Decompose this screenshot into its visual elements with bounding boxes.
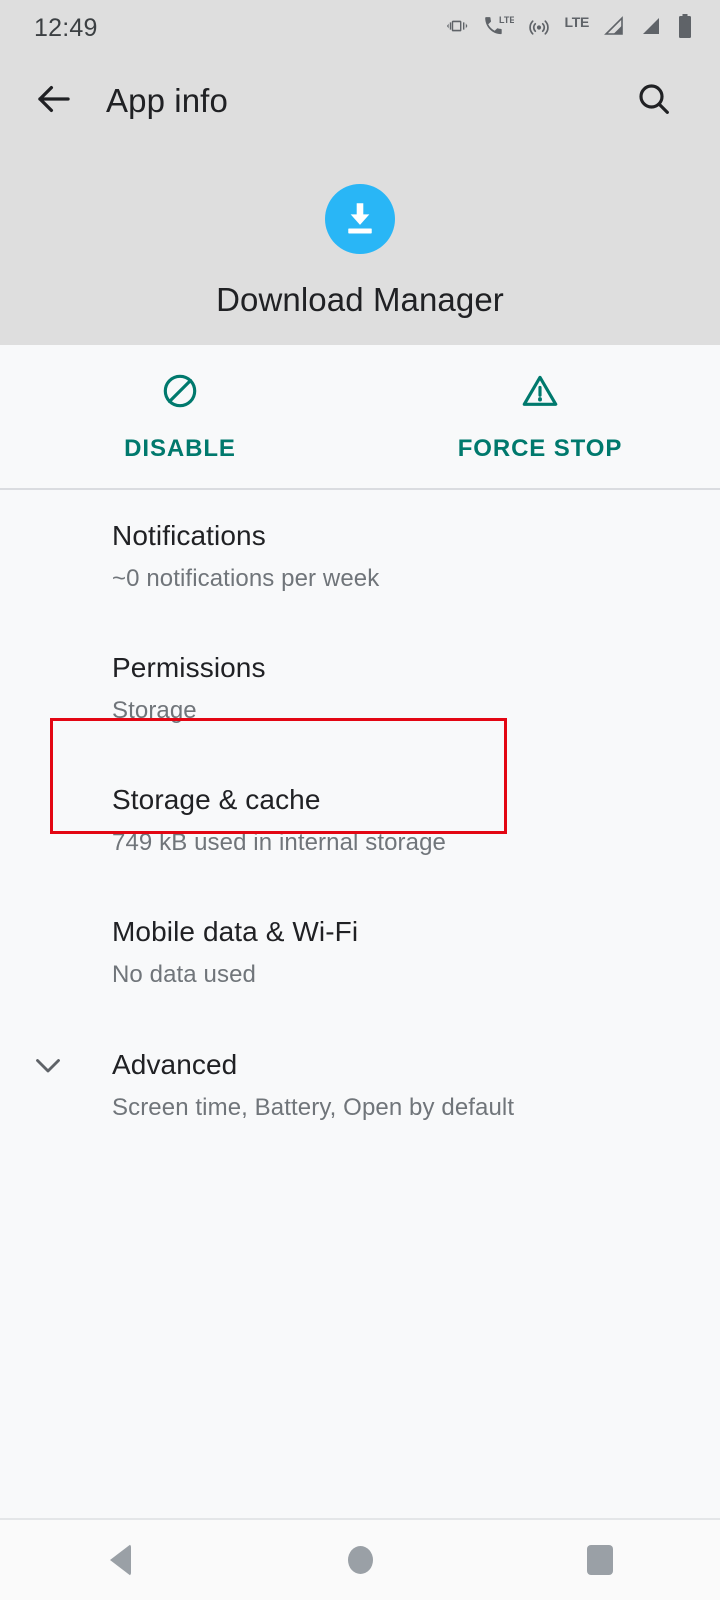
app-header: Download Manager [0, 146, 720, 345]
nav-home-icon [347, 1546, 373, 1574]
status-icons: LTE LTE [447, 13, 694, 44]
chevron-down-icon [30, 1047, 66, 1083]
row-notifications[interactable]: Notifications ~0 notifications per week [0, 490, 720, 622]
signal-sim2-icon [639, 14, 663, 43]
nav-back-button[interactable] [0, 1520, 240, 1600]
nav-home-button[interactable] [240, 1520, 480, 1600]
row-subtitle: 749 kB used in internal storage [112, 829, 446, 857]
svg-text:LTE: LTE [499, 15, 514, 25]
arrow-back-icon [33, 78, 75, 125]
nav-recents-button[interactable] [480, 1520, 720, 1600]
page-title: App info [106, 82, 228, 119]
row-title: Storage & cache [112, 784, 321, 816]
nav-recents-icon [587, 1545, 613, 1575]
force-stop-button[interactable]: FORCE STOP [360, 345, 720, 488]
system-navigation-bar [0, 1520, 720, 1600]
search-icon [634, 79, 674, 124]
app-name: Download Manager [216, 281, 504, 318]
row-title: Advanced [112, 1048, 238, 1080]
row-subtitle: ~0 notifications per week [112, 564, 380, 592]
warning-triangle-icon [519, 370, 561, 417]
vibrate-icon [447, 14, 471, 43]
signal-sim1-icon [602, 14, 626, 43]
disable-button[interactable]: DISABLE [0, 345, 360, 488]
row-subtitle: Storage [112, 697, 197, 725]
force-stop-label: FORCE STOP [457, 435, 623, 462]
hotspot-icon [527, 14, 551, 43]
row-subtitle: No data used [112, 961, 256, 989]
back-button[interactable] [28, 75, 80, 127]
disable-label: DISABLE [124, 435, 236, 462]
row-title: Mobile data & Wi-Fi [112, 916, 359, 948]
status-bar: 12:49 LTE LTE [0, 0, 720, 56]
row-storage-cache[interactable]: Storage & cache 749 kB used in internal … [0, 754, 720, 886]
battery-icon [676, 13, 694, 44]
row-title: Permissions [112, 652, 266, 684]
row-subtitle: Screen time, Battery, Open by default [112, 1093, 515, 1121]
row-mobile-data-wifi[interactable]: Mobile data & Wi-Fi No data used [0, 886, 720, 1018]
settings-list: Notifications ~0 notifications per week … [0, 490, 720, 1151]
row-title: Notifications [112, 520, 266, 551]
lte-label: LTE [564, 14, 589, 30]
app-bar: App info [0, 56, 720, 146]
block-circle-slash-icon [159, 370, 201, 417]
download-manager-icon [325, 184, 395, 254]
status-clock: 12:49 [34, 13, 98, 42]
row-permissions[interactable]: Permissions Storage [0, 622, 720, 754]
row-advanced[interactable]: Advanced Screen time, Battery, Open by d… [0, 1019, 720, 1151]
nav-back-icon [109, 1544, 131, 1576]
search-button[interactable] [628, 75, 680, 127]
volte-icon: LTE [484, 14, 516, 43]
action-buttons-row: DISABLE FORCE STOP [0, 345, 720, 488]
